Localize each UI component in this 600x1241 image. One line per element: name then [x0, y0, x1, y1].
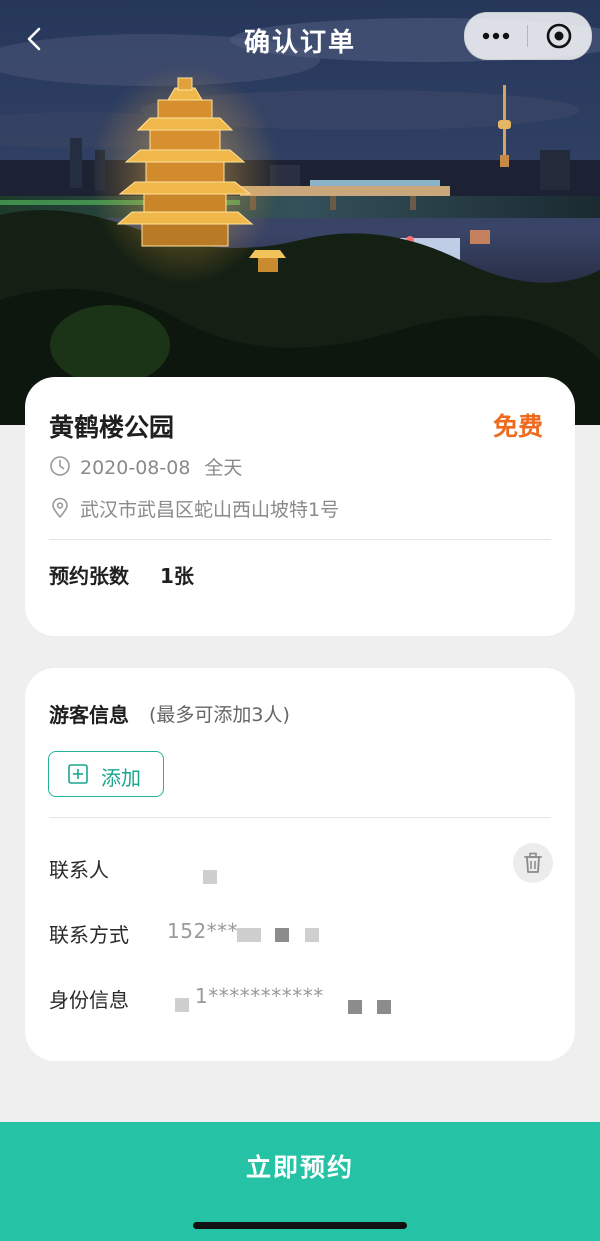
- plus-square-icon: [68, 764, 88, 784]
- date-value: 2020-08-08: [80, 457, 191, 479]
- more-dots-icon: [482, 32, 510, 40]
- divider: [49, 817, 551, 818]
- location-pin-icon: [52, 497, 68, 518]
- masked-phone-part: [275, 928, 289, 942]
- id-value: 1***********: [195, 984, 324, 1008]
- masked-name: [203, 870, 217, 884]
- attraction-card: 黄鹤楼公园 免费 2020-08-08 全天 武汉市武昌区蛇山西山坡特1号 预约张…: [25, 377, 575, 636]
- nav-bar: 确认订单: [0, 0, 600, 80]
- masked-id-part: [175, 998, 189, 1012]
- delete-visitor-button[interactable]: [513, 843, 553, 883]
- clock-icon: [50, 456, 70, 476]
- masked-id-part: [348, 1000, 362, 1014]
- id-label: 身份信息: [49, 988, 129, 1012]
- target-circle-icon: [546, 23, 572, 49]
- add-visitor-label: 添加: [101, 766, 141, 790]
- attraction-name: 黄鹤楼公园: [49, 413, 175, 442]
- home-indicator: [193, 1222, 407, 1229]
- visit-date: 2020-08-08 全天: [80, 453, 242, 480]
- ticket-count-value: 1张: [160, 564, 194, 588]
- visitor-info-title: 游客信息: [49, 703, 129, 727]
- close-mini-program-button[interactable]: [528, 13, 590, 59]
- divider: [49, 539, 551, 540]
- masked-id-part: [377, 1000, 391, 1014]
- phone-label: 联系方式: [49, 923, 129, 947]
- submit-label: 立即预约: [245, 1153, 354, 1182]
- masked-phone-part: [237, 928, 261, 942]
- price-label: 免费: [492, 412, 543, 441]
- confirm-order-page: 确认订单 黄鹤楼公园 免费 2020-08-08 全天 武汉市武昌区蛇山西山坡特…: [0, 0, 600, 1241]
- masked-phone-part: [305, 928, 319, 942]
- phone-value: 152***: [167, 919, 239, 943]
- session-value: 全天: [204, 457, 243, 479]
- contact-label: 联系人: [49, 858, 109, 882]
- visitor-limit-note: (最多可添加3人): [149, 704, 290, 726]
- ticket-count-label: 预约张数: [49, 564, 129, 588]
- address: 武汉市武昌区蛇山西山坡特1号: [80, 499, 340, 521]
- mini-program-capsule: [464, 12, 592, 60]
- visitor-card: 游客信息 (最多可添加3人) 添加 联系人 联系方式 152*** 身份信息 1…: [25, 668, 575, 1061]
- more-button[interactable]: [465, 13, 527, 59]
- add-visitor-button[interactable]: 添加: [48, 751, 164, 797]
- trash-icon: [524, 852, 542, 873]
